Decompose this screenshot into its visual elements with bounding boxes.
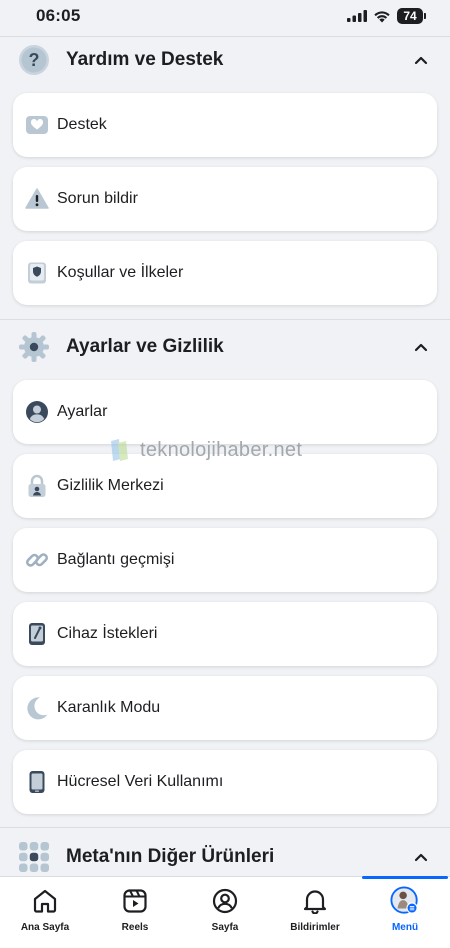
battery-cap (424, 13, 426, 19)
svg-text:?: ? (29, 50, 40, 70)
status-bar: 06:05 74 (0, 0, 450, 32)
section-title: Meta'nın Diğer Ürünleri (66, 846, 275, 867)
gear-icon (18, 331, 50, 363)
menu-item-support[interactable]: Destek (13, 93, 437, 157)
bell-icon (300, 886, 330, 916)
menu-item-label: Hücresel Veri Kullanımı (57, 773, 224, 790)
policy-book-icon (25, 261, 49, 285)
menu-item-label: Bağlantı geçmişi (57, 551, 175, 568)
section-title: Yardım ve Destek (66, 49, 224, 70)
menu-item-label: Koşullar ve İlkeler (57, 264, 184, 281)
tab-notifications[interactable]: Bildirimler (270, 877, 360, 948)
menu-item-report-problem[interactable]: Sorun bildir (13, 167, 437, 231)
moon-icon (25, 696, 49, 720)
menu-item-cellular-data[interactable]: Hücresel Veri Kullanımı (13, 750, 437, 814)
bottom-tab-bar: Ana Sayfa Reels Sayfa Bildirimler Menü (0, 876, 450, 948)
section-header-settings[interactable]: Ayarlar ve Gizlilik (0, 321, 450, 373)
battery-indicator: 74 (397, 8, 423, 24)
status-time: 06:05 (36, 6, 81, 25)
account-settings-icon (25, 400, 49, 424)
section-title: Ayarlar ve Gizlilik (66, 336, 224, 357)
wifi-icon (374, 10, 390, 22)
lock-icon (25, 474, 49, 498)
menu-item-label: Sorun bildir (57, 190, 138, 207)
menu-content: ? Yardım ve Destek Destek Sorun bildir K… (0, 34, 450, 876)
home-icon (30, 886, 60, 916)
menu-item-link-history[interactable]: Bağlantı geçmişi (13, 528, 437, 592)
phone-icon (25, 770, 49, 794)
section-divider (0, 319, 450, 320)
chevron-up-icon[interactable] (410, 846, 432, 868)
tab-home[interactable]: Ana Sayfa (0, 877, 90, 948)
tab-menu[interactable]: Menü (360, 876, 450, 948)
device-icon (25, 622, 49, 646)
cellular-signal-icon (347, 10, 367, 22)
menu-item-label: Destek (57, 116, 107, 133)
apps-grid-icon (18, 841, 50, 873)
tab-label: Menü (391, 922, 419, 933)
question-circle-icon: ? (18, 44, 50, 76)
section-divider (0, 827, 450, 828)
tab-label: Sayfa (211, 922, 239, 933)
menu-item-label: Ayarlar (57, 403, 108, 420)
tab-label: Bildirimler (290, 922, 340, 933)
chevron-up-icon[interactable] (410, 336, 432, 358)
menu-item-label: Karanlık Modu (57, 699, 161, 716)
menu-avatar-icon (390, 886, 420, 916)
support-inbox-icon (25, 113, 49, 137)
menu-item-privacy-center[interactable]: Gizlilik Merkezi (13, 454, 437, 518)
section-header-help[interactable]: ? Yardım ve Destek (0, 34, 450, 86)
chevron-up-icon[interactable] (410, 49, 432, 71)
tab-page[interactable]: Sayfa (180, 877, 270, 948)
reels-icon (120, 886, 150, 916)
tab-reels[interactable]: Reels (90, 877, 180, 948)
menu-item-dark-mode[interactable]: Karanlık Modu (13, 676, 437, 740)
menu-item-label: Gizlilik Merkezi (57, 477, 164, 494)
menu-item-device-requests[interactable]: Cihaz İstekleri (13, 602, 437, 666)
tab-label: Reels (121, 922, 149, 933)
tab-label: Ana Sayfa (20, 922, 70, 933)
status-icons: 74 (347, 8, 426, 24)
link-icon (25, 548, 49, 572)
menu-item-settings[interactable]: Ayarlar (13, 380, 437, 444)
menu-item-label: Cihaz İstekleri (57, 625, 158, 642)
section-header-meta-products[interactable]: Meta'nın Diğer Ürünleri (0, 831, 450, 876)
profile-icon (210, 886, 240, 916)
warning-icon (25, 187, 49, 211)
menu-item-terms-policies[interactable]: Koşullar ve İlkeler (13, 241, 437, 305)
